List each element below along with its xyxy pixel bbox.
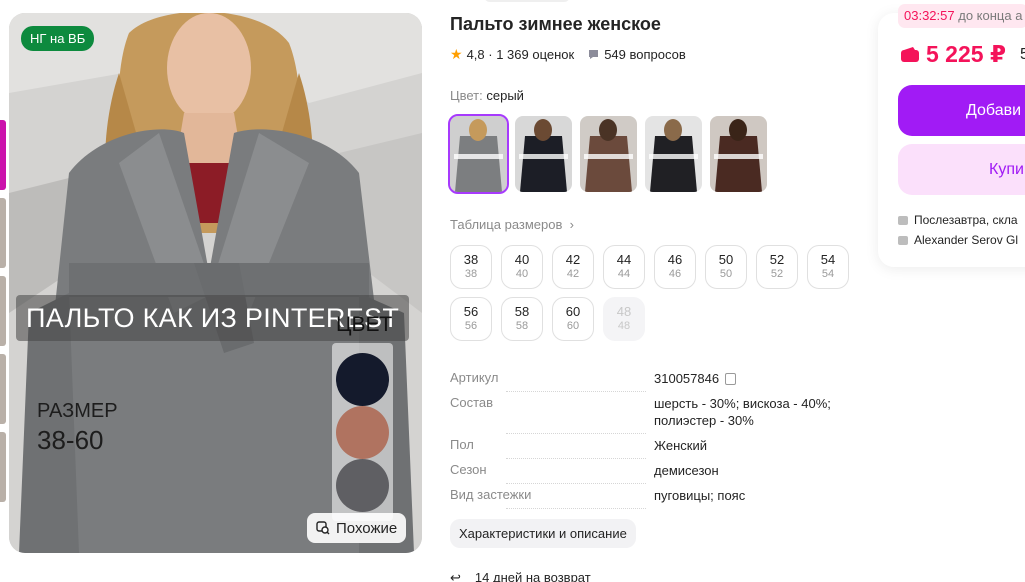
spec-row: Сезон демисезон (450, 462, 850, 487)
color-label: Цвет: серый (450, 88, 524, 103)
swatch-chocolate[interactable] (710, 116, 767, 192)
product-photo[interactable]: НГ на ВБ ПАЛЬТО КАК ИЗ PINTEREST РАЗМЕР … (9, 13, 422, 553)
copy-icon[interactable] (725, 373, 737, 385)
swatch-image (515, 116, 572, 192)
spec-key: Вид застежки (450, 487, 536, 502)
size-table-label: Таблица размеров (450, 217, 563, 232)
add-to-cart-button[interactable]: Добави (898, 85, 1025, 136)
color-dot-navy (336, 353, 389, 406)
product-specs: Артикул 310057846 Состав шерсть - 30%; в… (450, 370, 850, 512)
swatch-image (710, 116, 767, 192)
rating-row[interactable]: ★ 4,8 · 1 369 оценок 549 вопросов (450, 46, 686, 63)
reviews-count[interactable]: 1 369 оценок (496, 47, 574, 62)
promo-badge: НГ на ВБ (21, 26, 95, 51)
return-text: 14 дней на возврат (474, 570, 591, 582)
spec-value: Женский (654, 438, 707, 453)
chevron-right-icon: › (566, 217, 574, 232)
wallet-icon (901, 47, 919, 62)
similar-label: Похожие (336, 519, 398, 537)
rating-value: 4,8 (466, 47, 485, 62)
product-title: Пальто зимнее женское (450, 14, 661, 34)
photo-size-range: 38-60 (37, 425, 104, 455)
size-option[interactable]: 60 60 (552, 297, 594, 341)
thumbnail[interactable] (0, 198, 6, 268)
store-icon (898, 236, 908, 245)
similar-button[interactable]: Похожие (307, 513, 407, 543)
size-option[interactable]: 50 50 (705, 245, 747, 289)
old-price: 5 (1019, 45, 1025, 63)
top-tab[interactable] (484, 0, 570, 2)
swatch-image (450, 116, 507, 192)
size-selector: 38 38 40 40 42 42 44 44 46 46 50 50 52 52 54 54 … (450, 245, 860, 341)
swatch-brown[interactable] (580, 116, 637, 192)
size-option[interactable]: 52 52 (756, 245, 798, 289)
thumbnail-strip (0, 120, 6, 540)
spec-key: Состав (450, 395, 498, 410)
size-option-unavailable: 48 48 (603, 297, 645, 341)
box-icon (898, 216, 908, 225)
size-option[interactable]: 40 40 (501, 245, 543, 289)
swatch-image (580, 116, 637, 192)
size-option[interactable]: 54 54 (807, 245, 849, 289)
timer-suffix: до конца а (958, 8, 1023, 23)
return-icon: ↩ (450, 570, 461, 582)
color-value: серый (486, 88, 524, 103)
price-value: 5 225 ₽ (926, 41, 1006, 67)
similar-icon (316, 521, 330, 535)
color-dot-terracotta (336, 406, 389, 459)
photo-size-label: РАЗМЕР (37, 400, 118, 422)
spec-key: Пол (450, 437, 478, 452)
spec-value: шерсть - 30%; вискоза - 40%; полиэстер -… (654, 396, 831, 428)
questions-icon (589, 50, 599, 59)
thumbnail-active[interactable] (0, 120, 6, 190)
spec-value: демисезон (654, 463, 719, 478)
color-swatches (448, 114, 767, 194)
thumbnail[interactable] (0, 276, 6, 346)
thumbnail[interactable] (0, 354, 6, 424)
article-number[interactable]: 310057846 (654, 371, 719, 386)
seller-name[interactable]: Alexander Serov Gl (914, 233, 1018, 247)
price-row: 5 225 ₽ 5 (900, 41, 1025, 68)
buy-now-button[interactable]: Купи (898, 144, 1025, 195)
size-option[interactable]: 56 56 (450, 297, 492, 341)
spec-row: Артикул 310057846 (450, 370, 850, 395)
color-key: Цвет: (450, 88, 483, 103)
spec-row: Пол Женский (450, 437, 850, 462)
size-table-link[interactable]: Таблица размеров › (450, 217, 574, 232)
photo-color-label: ЦВЕТ (336, 313, 393, 336)
size-option[interactable]: 58 58 (501, 297, 543, 341)
rating-separator: · (484, 47, 497, 62)
questions-link[interactable]: 549 вопросов (588, 47, 686, 62)
photo-color-panel: ЦВЕТ (332, 313, 393, 521)
delivery-info: Послезавтра, скла Alexander Serov Gl (898, 210, 1018, 250)
swatch-image (645, 116, 702, 192)
color-dot-gray (336, 459, 389, 512)
characteristics-button[interactable]: Характеристики и описание (450, 519, 636, 548)
timer-value: 03:32:57 (904, 8, 955, 23)
size-option[interactable]: 42 42 (552, 245, 594, 289)
spec-row: Вид застежки пуговицы; пояс (450, 487, 850, 512)
questions-count: 549 вопросов (604, 47, 686, 62)
size-option[interactable]: 44 44 (603, 245, 645, 289)
star-icon: ★ (450, 46, 463, 62)
swatch-black[interactable] (515, 116, 572, 192)
size-option[interactable]: 38 38 (450, 245, 492, 289)
spec-key: Артикул (450, 370, 503, 385)
swatch-black-2[interactable] (645, 116, 702, 192)
spec-value: пуговицы; пояс (654, 488, 746, 503)
spec-key: Сезон (450, 462, 491, 477)
sale-timer: 03:32:57 до конца а (898, 4, 1025, 28)
return-info: ↩ 14 дней на возврат (450, 570, 591, 582)
swatch-gray[interactable] (448, 114, 509, 194)
thumbnail[interactable] (0, 432, 6, 502)
delivery-date: Послезавтра, скла (914, 213, 1018, 227)
size-option[interactable]: 46 46 (654, 245, 696, 289)
spec-row: Состав шерсть - 30%; вискоза - 40%; поли… (450, 395, 850, 437)
